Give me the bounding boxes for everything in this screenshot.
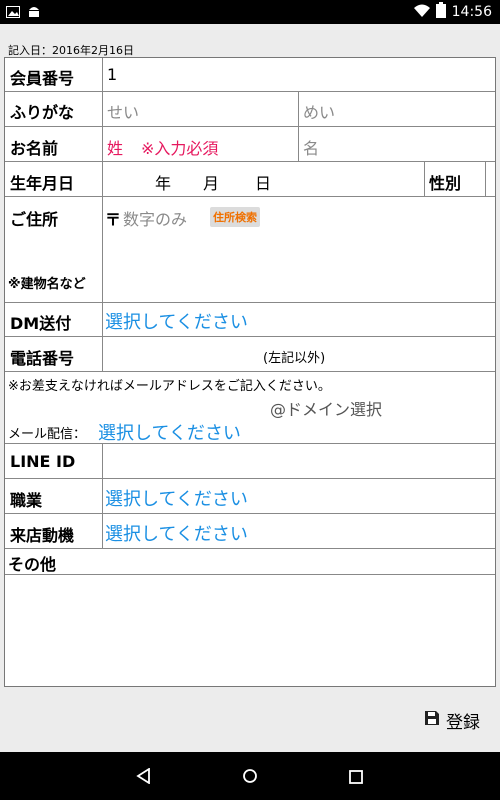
- android-notification-icon: [28, 3, 40, 22]
- row-occupation: 職業 選択してください: [5, 479, 495, 514]
- battery-icon: [435, 2, 446, 22]
- email-domain-select[interactable]: @ドメイン選択: [270, 396, 382, 420]
- phone-label: 電話番号: [10, 349, 75, 368]
- mail-delivery-label: メール配信：: [8, 427, 87, 442]
- mail-delivery-select[interactable]: 選択してください: [98, 419, 241, 445]
- postal-code-input[interactable]: 数字のみ: [123, 206, 187, 230]
- birthdate-label: 生年月日: [10, 174, 75, 193]
- name-sei-input[interactable]: 姓: [107, 135, 123, 159]
- row-email: ※お差支えなければメールアドレスをご記入ください。 @ドメイン選択 メール配信：…: [5, 372, 495, 444]
- gender-label: 性別: [429, 174, 462, 193]
- save-label: 登録: [446, 713, 480, 733]
- building-label: ※建物名など: [8, 277, 86, 292]
- furigana-label: ふりがな: [10, 103, 75, 122]
- address-label: ご住所: [10, 210, 59, 229]
- required-note: ※入力必須: [141, 139, 219, 158]
- entry-date-label: 記入日：: [8, 44, 52, 57]
- wifi-icon: [413, 4, 430, 21]
- other-label: その他: [8, 555, 57, 574]
- member-number-label: 会員番号: [10, 69, 75, 88]
- occupation-label: 職業: [10, 491, 43, 510]
- dm-select[interactable]: 選択してください: [105, 308, 248, 334]
- recents-icon[interactable]: [349, 769, 363, 788]
- furigana-sei-input[interactable]: せい: [107, 99, 139, 123]
- entry-date-value: 2016年2月16日: [52, 44, 134, 57]
- clock: 14:56: [451, 4, 492, 20]
- member-number-value[interactable]: 1: [107, 65, 117, 84]
- gallery-notification-icon: [6, 3, 20, 22]
- row-line-id: LINE ID: [5, 444, 495, 479]
- furigana-mei-input[interactable]: めい: [303, 99, 335, 123]
- save-button[interactable]: 登録: [424, 708, 480, 733]
- row-other: その他: [5, 549, 495, 575]
- phone-note: (左記以外): [263, 351, 326, 366]
- row-name: お名前 姓 ※入力必須 名: [5, 127, 495, 162]
- other-textarea[interactable]: [5, 575, 495, 686]
- line-id-input[interactable]: [107, 452, 487, 472]
- status-bar: 14:56: [0, 0, 500, 24]
- back-icon[interactable]: [136, 767, 152, 788]
- visit-motive-label: 来店動機: [10, 526, 75, 545]
- row-birthdate: 生年月日 年 月 日 性別: [5, 162, 495, 197]
- row-member-number: 会員番号 1: [5, 58, 495, 92]
- dm-label: DM送付: [10, 314, 72, 333]
- email-note: ※お差支えなければメールアドレスをご記入ください。: [8, 379, 331, 394]
- name-mei-input[interactable]: 名: [303, 135, 319, 159]
- member-form: 会員番号 1 ふりがな せい めい お名前 姓 ※入力必須 名 生年月日 年 月…: [4, 57, 496, 687]
- row-dm: DM送付 選択してください: [5, 303, 495, 337]
- row-furigana: ふりがな せい めい: [5, 92, 495, 127]
- birth-month-unit[interactable]: 月: [203, 170, 219, 194]
- row-address: ご住所 ※建物名など 〒 数字のみ 住所検索: [5, 197, 495, 303]
- navigation-bar: [0, 752, 500, 800]
- birth-day-unit[interactable]: 日: [255, 170, 271, 194]
- address-search-button[interactable]: 住所検索: [210, 207, 260, 227]
- name-label: お名前: [10, 139, 59, 158]
- row-phone: 電話番号 (左記以外): [5, 337, 495, 372]
- birth-year-unit[interactable]: 年: [155, 170, 171, 194]
- row-visit-motive: 来店動機 選択してください: [5, 514, 495, 549]
- postal-mark: 〒: [105, 210, 122, 229]
- home-icon[interactable]: [242, 768, 258, 788]
- entry-date: 記入日：2016年2月16日: [8, 42, 134, 58]
- save-icon: [424, 710, 440, 731]
- line-id-label: LINE ID: [10, 452, 76, 471]
- visit-motive-select[interactable]: 選択してください: [105, 520, 248, 546]
- occupation-select[interactable]: 選択してください: [105, 485, 248, 511]
